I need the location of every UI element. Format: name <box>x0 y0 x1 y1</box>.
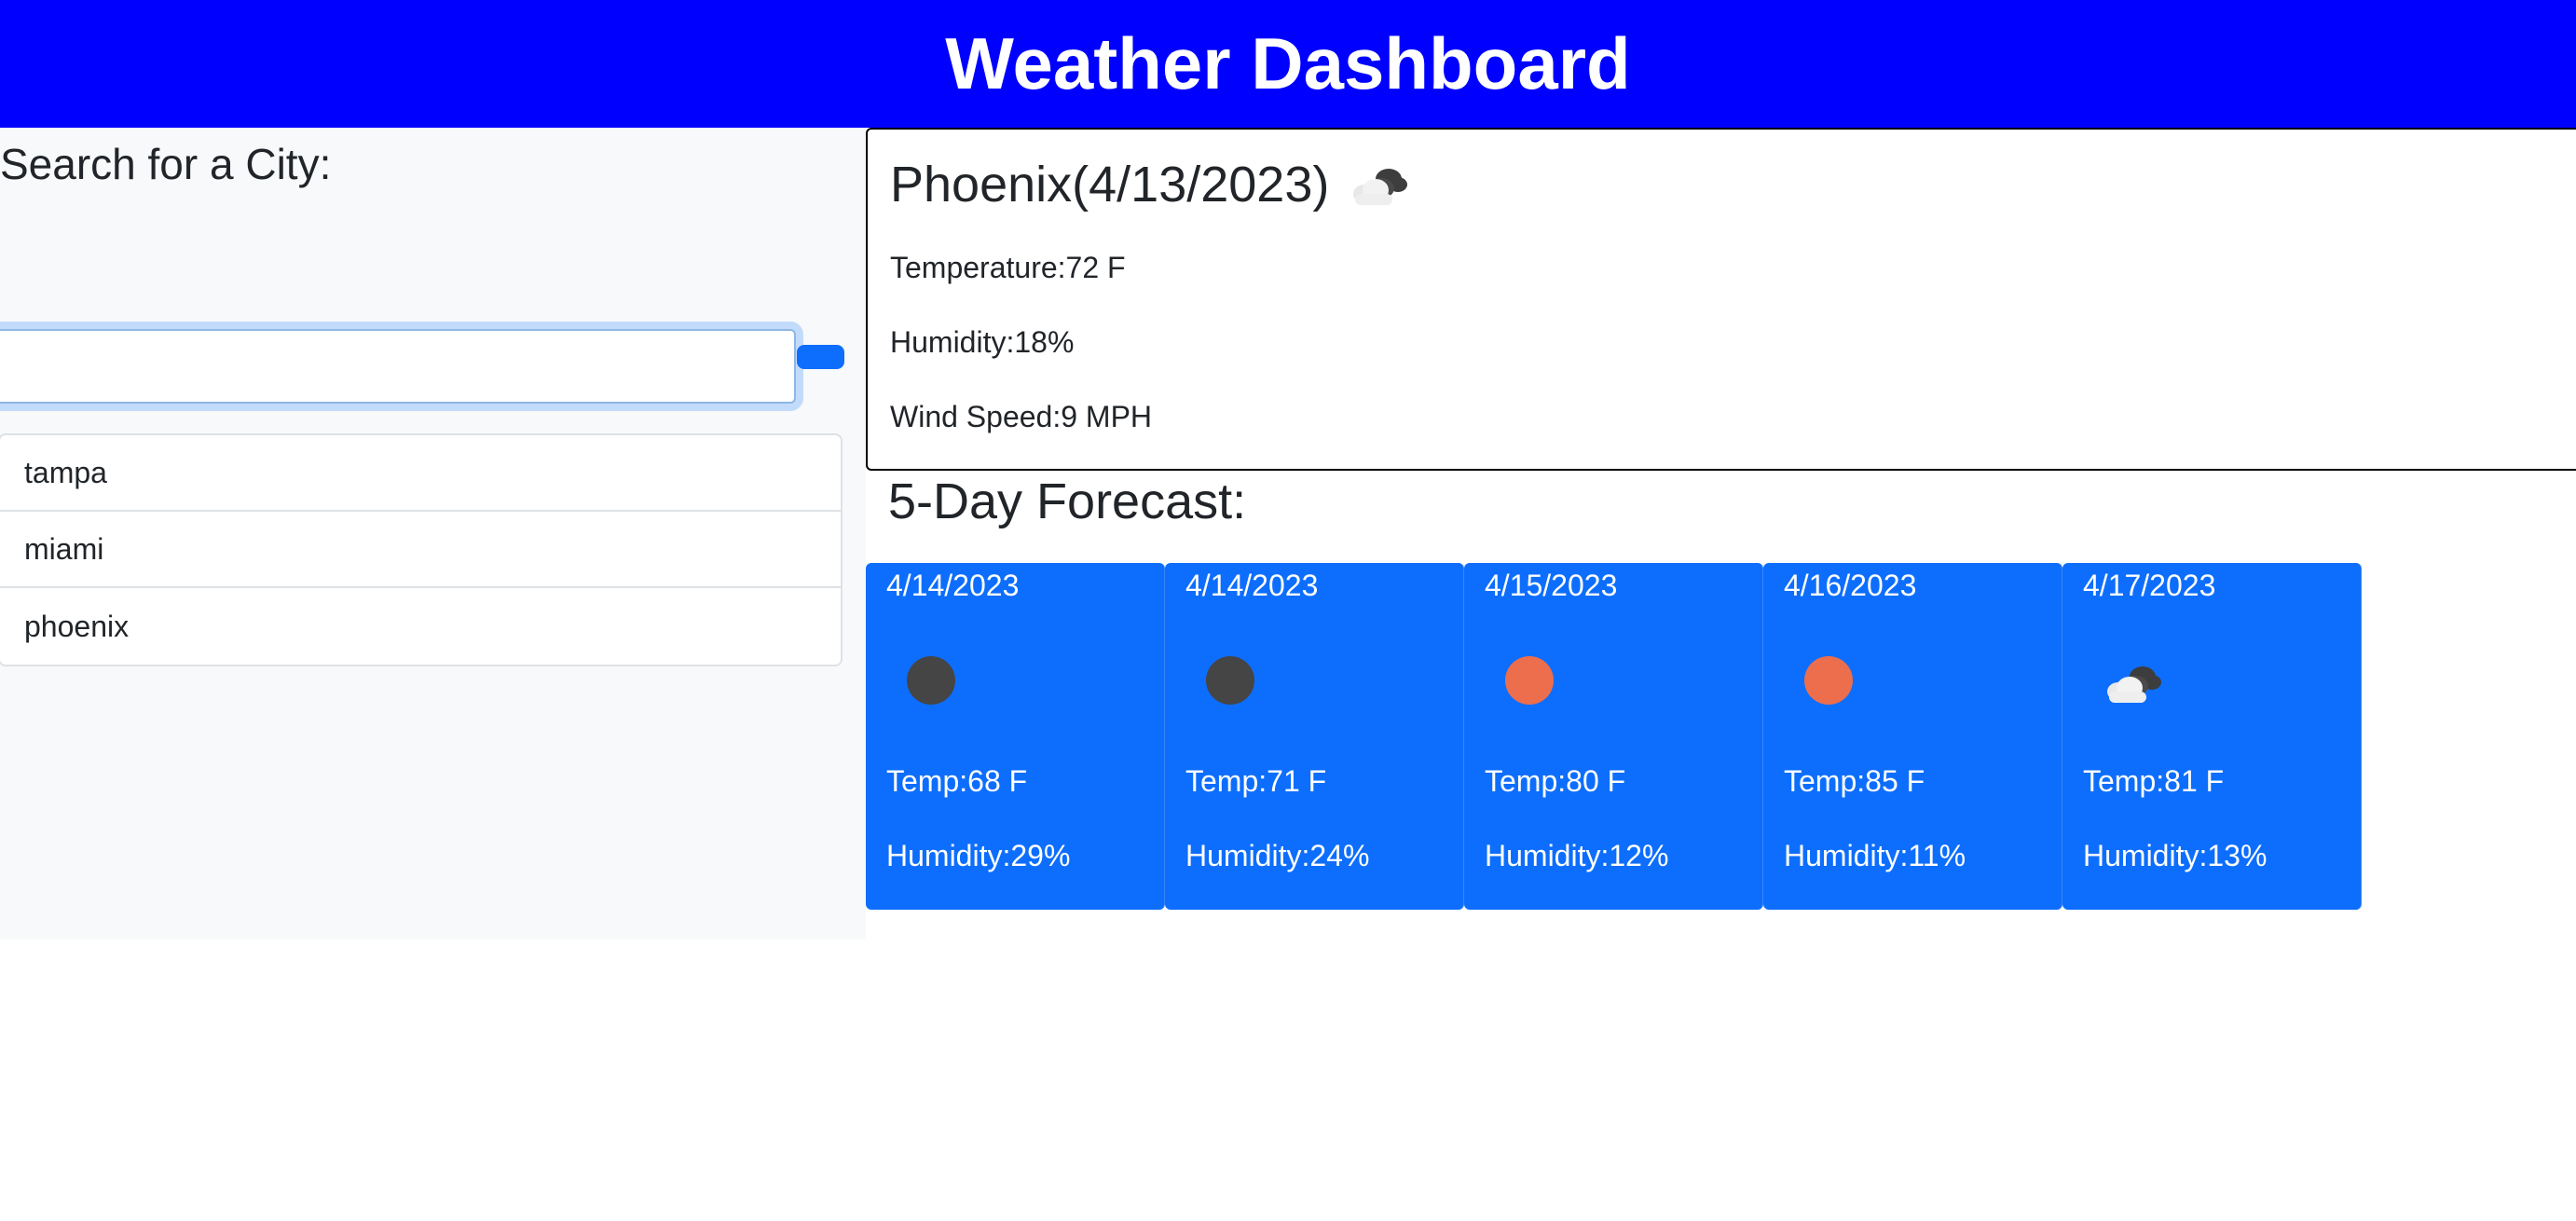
history-item[interactable]: phoenix <box>0 588 841 665</box>
search-button[interactable] <box>797 345 844 369</box>
forecast-day-card: 4/14/2023 Temp:68 F Humidity:29% <box>866 563 1165 910</box>
forecast-day-card: 4/17/2023 Temp:81 F Humidity:13% <box>2062 563 2362 910</box>
forecast-date: 4/14/2023 <box>886 569 1020 602</box>
forecast-date: 4/17/2023 <box>2083 569 2216 602</box>
page-title: Weather Dashboard <box>945 22 1631 104</box>
current-weather-card: Phoenix(4/13/2023) Temperature:72 F Humi… <box>866 128 2576 471</box>
forecast-cards: 4/14/2023 Temp:68 F Humidity:29% 4/14/20… <box>866 563 2362 910</box>
forecast-day-card: 4/15/2023 Temp:80 F Humidity:12% <box>1464 563 1763 910</box>
forecast-humidity: Humidity:13% <box>2083 839 2268 872</box>
forecast-humidity: Humidity:29% <box>886 839 1071 872</box>
page-header: Weather Dashboard <box>0 0 2576 128</box>
forecast-date: 4/16/2023 <box>1784 569 1917 602</box>
partly-cloudy-icon <box>2096 654 2171 715</box>
forecast-date: 4/15/2023 <box>1485 569 1618 602</box>
current-city-date: Phoenix(4/13/2023) <box>890 157 1330 213</box>
forecast-temp: Temp:71 F <box>1185 764 1327 798</box>
forecast-humidity: Humidity:11% <box>1784 839 1966 872</box>
forecast-heading: 5-Day Forecast: <box>888 473 1247 529</box>
forecast-temp: Temp:85 F <box>1784 764 1925 798</box>
current-temperature: Temperature:72 F <box>890 251 1126 284</box>
sidebar: Search for a City: tampa miami phoenix <box>0 128 866 940</box>
search-history-list: tampa miami phoenix <box>0 433 843 666</box>
forecast-temp: Temp:68 F <box>886 764 1028 798</box>
sun-icon <box>1503 654 1555 711</box>
forecast-temp: Temp:80 F <box>1485 764 1626 798</box>
forecast-temp: Temp:81 F <box>2083 764 2225 798</box>
forecast-date: 4/14/2023 <box>1185 569 1319 602</box>
forecast-humidity: Humidity:12% <box>1485 839 1669 872</box>
forecast-day-card: 4/16/2023 Temp:85 F Humidity:11% <box>1763 563 2062 910</box>
search-label: Search for a City: <box>0 140 332 188</box>
forecast-humidity: Humidity:24% <box>1185 839 1370 872</box>
forecast-day-card: 4/14/2023 Temp:71 F Humidity:24% <box>1165 563 1464 910</box>
current-wind-speed: Wind Speed:9 MPH <box>890 400 1153 433</box>
city-search-input[interactable] <box>0 329 796 404</box>
current-humidity: Humidity:18% <box>890 325 1075 359</box>
moon-icon <box>1204 654 1256 711</box>
moon-icon <box>905 654 957 711</box>
current-weather-title: Phoenix(4/13/2023) <box>890 156 1417 213</box>
history-item[interactable]: miami <box>0 512 841 588</box>
partly-cloudy-icon <box>1342 157 1417 213</box>
history-item[interactable]: tampa <box>0 435 841 512</box>
sun-icon <box>1802 654 1855 711</box>
